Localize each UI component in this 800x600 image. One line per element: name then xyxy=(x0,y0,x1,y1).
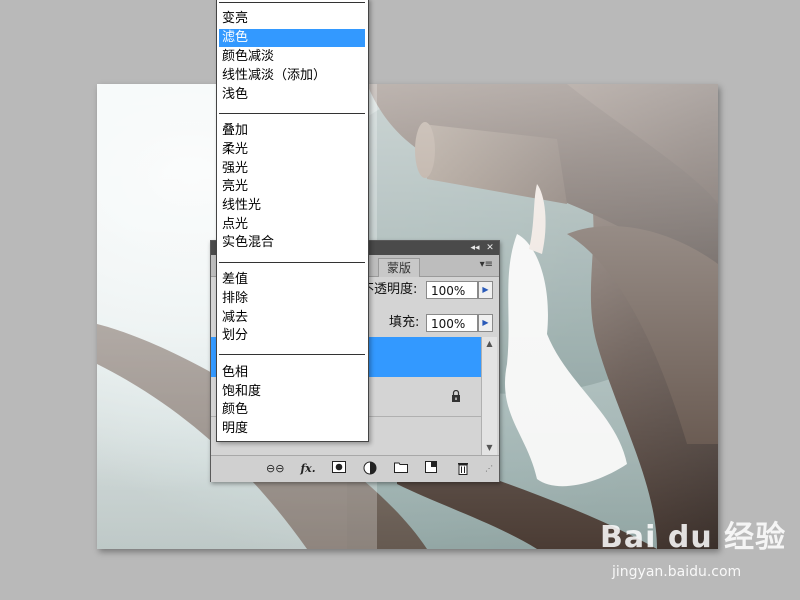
lock-icon xyxy=(452,390,460,402)
opacity-slider-arrow-icon[interactable]: ▶ xyxy=(478,281,493,299)
layers-footer-toolbar: ⊖⊖ fx. ⋰ xyxy=(211,455,499,482)
blend-option-soft-light[interactable]: 柔光 xyxy=(219,141,365,159)
mask-icon[interactable] xyxy=(331,461,347,477)
resize-grip-icon[interactable]: ⋰ xyxy=(481,461,497,477)
blend-option-subtract[interactable]: 减去 xyxy=(219,309,365,327)
collapse-icon[interactable]: ◂◂ xyxy=(469,242,481,254)
blend-option-hard-light[interactable]: 强光 xyxy=(219,160,365,178)
scroll-up-icon[interactable]: ▲ xyxy=(482,337,497,351)
watermark-url: jingyan.baidu.com xyxy=(612,564,742,580)
blend-option-vivid-light[interactable]: 亮光 xyxy=(219,178,365,196)
fx-icon[interactable]: fx. xyxy=(297,461,319,477)
blend-option-linear-light[interactable]: 线性光 xyxy=(219,197,365,215)
watermark-logo-text: Bai du 经验 xyxy=(600,520,787,555)
close-icon[interactable]: ✕ xyxy=(484,242,496,254)
blend-mode-menu[interactable]: 变亮 滤色 颜色减淡 线性减淡（添加） 浅色 叠加 柔光 强光 亮光 线性光 点… xyxy=(216,0,369,442)
menu-separator xyxy=(219,354,365,355)
fill-input[interactable]: 100% xyxy=(426,314,478,332)
blend-option-exclusion[interactable]: 排除 xyxy=(219,290,365,308)
trash-icon[interactable] xyxy=(455,461,471,477)
blend-option-color[interactable]: 颜色 xyxy=(219,401,365,419)
layers-scrollbar[interactable]: ▲ ▼ xyxy=(481,337,497,455)
menu-separator xyxy=(219,262,365,263)
fill-label: 填充: xyxy=(389,315,420,330)
panel-menu-icon[interactable]: ▾≡ xyxy=(480,259,493,270)
blend-option-pin-light[interactable]: 点光 xyxy=(219,216,365,234)
menu-separator xyxy=(219,2,365,3)
new-layer-icon[interactable] xyxy=(423,461,439,477)
blend-option-hue[interactable]: 色相 xyxy=(219,364,365,382)
blend-option-overlay[interactable]: 叠加 xyxy=(219,122,365,140)
blend-option-divide[interactable]: 划分 xyxy=(219,327,365,345)
folder-icon[interactable] xyxy=(393,461,409,477)
baidu-watermark: Bai du 经验 jingyan.baidu.com xyxy=(600,512,800,594)
menu-separator xyxy=(219,113,365,114)
fill-slider-arrow-icon[interactable]: ▶ xyxy=(478,314,493,332)
blend-option-lighter-color[interactable]: 浅色 xyxy=(219,86,365,104)
blend-option-screen[interactable]: 滤色 xyxy=(219,29,365,47)
blend-option-linear-dodge[interactable]: 线性减淡（添加） xyxy=(219,67,365,85)
blend-option-difference[interactable]: 差值 xyxy=(219,271,365,289)
tab-masks[interactable]: 蒙版 xyxy=(378,258,421,277)
opacity-input[interactable]: 100% xyxy=(426,281,478,299)
blend-option-color-dodge[interactable]: 颜色减淡 xyxy=(219,48,365,66)
blend-option-hard-mix[interactable]: 实色混合 xyxy=(219,234,365,252)
blend-option-luminosity[interactable]: 明度 xyxy=(219,420,365,438)
adjustment-icon[interactable] xyxy=(362,461,378,477)
link-icon[interactable]: ⊖⊖ xyxy=(266,461,284,477)
opacity-label: 不透明度: xyxy=(361,282,418,297)
blend-option-saturation[interactable]: 饱和度 xyxy=(219,383,365,401)
blend-option-lighten[interactable]: 变亮 xyxy=(219,10,365,28)
scroll-down-icon[interactable]: ▼ xyxy=(482,441,497,455)
